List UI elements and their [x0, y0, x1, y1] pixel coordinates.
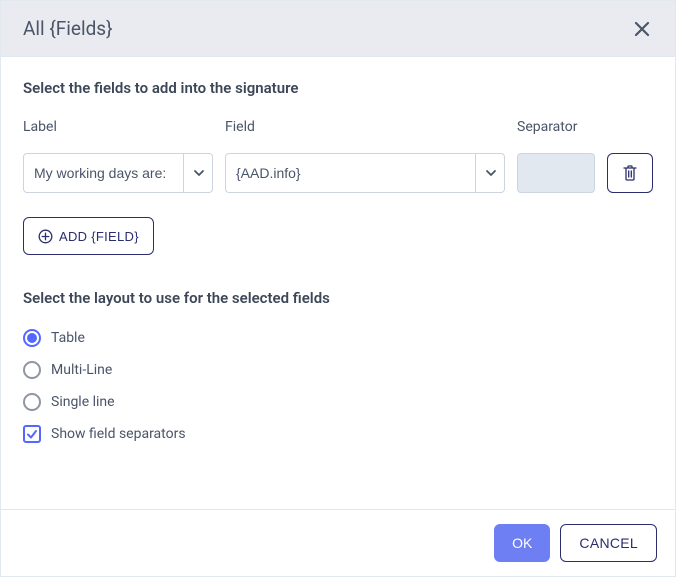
label-select[interactable]: [23, 153, 213, 193]
checkbox-icon: [23, 425, 41, 443]
radio-icon: [23, 361, 41, 379]
dialog-footer: OK CANCEL: [1, 509, 675, 576]
delete-row-button[interactable]: [607, 153, 653, 193]
field-input[interactable]: [225, 153, 505, 193]
layout-option-label: Single line: [51, 394, 115, 410]
field-select[interactable]: [225, 153, 505, 193]
ok-button[interactable]: OK: [494, 524, 550, 562]
column-header-field: Field: [225, 119, 505, 135]
layout-option-table[interactable]: Table: [23, 329, 653, 347]
layout-option-multi-line[interactable]: Multi-Line: [23, 361, 653, 379]
plus-circle-icon: [38, 229, 53, 244]
field-columns-header: Label Field Separator: [23, 119, 653, 143]
column-header-label: Label: [23, 119, 213, 135]
layout-option-single-line[interactable]: Single line: [23, 393, 653, 411]
layout-section-heading: Select the layout to use for the selecte…: [23, 289, 653, 307]
chevron-down-icon[interactable]: [183, 153, 213, 193]
fields-section-heading: Select the fields to add into the signat…: [23, 79, 653, 97]
layout-option-label: Table: [51, 330, 85, 346]
trash-icon: [622, 164, 638, 182]
layout-section: Select the layout to use for the selecte…: [23, 289, 653, 443]
close-icon[interactable]: [631, 20, 653, 38]
field-row: [23, 153, 653, 193]
layout-radio-group: Table Multi-Line Single line Show field …: [23, 329, 653, 443]
show-separators-label: Show field separators: [51, 426, 186, 442]
separator-input[interactable]: [517, 153, 595, 193]
column-header-separator: Separator: [517, 119, 595, 135]
add-field-label: ADD {FIELD}: [59, 229, 139, 244]
dialog-header: All {Fields}: [1, 1, 675, 57]
all-fields-dialog: All {Fields} Select the fields to add in…: [0, 0, 676, 577]
dialog-body: Select the fields to add into the signat…: [1, 57, 675, 509]
layout-option-label: Multi-Line: [51, 362, 112, 378]
add-field-button[interactable]: ADD {FIELD}: [23, 217, 154, 255]
radio-icon: [23, 329, 41, 347]
dialog-title: All {Fields}: [23, 17, 113, 40]
show-separators-checkbox[interactable]: Show field separators: [23, 425, 653, 443]
cancel-button[interactable]: CANCEL: [560, 524, 657, 562]
radio-icon: [23, 393, 41, 411]
chevron-down-icon[interactable]: [475, 153, 505, 193]
